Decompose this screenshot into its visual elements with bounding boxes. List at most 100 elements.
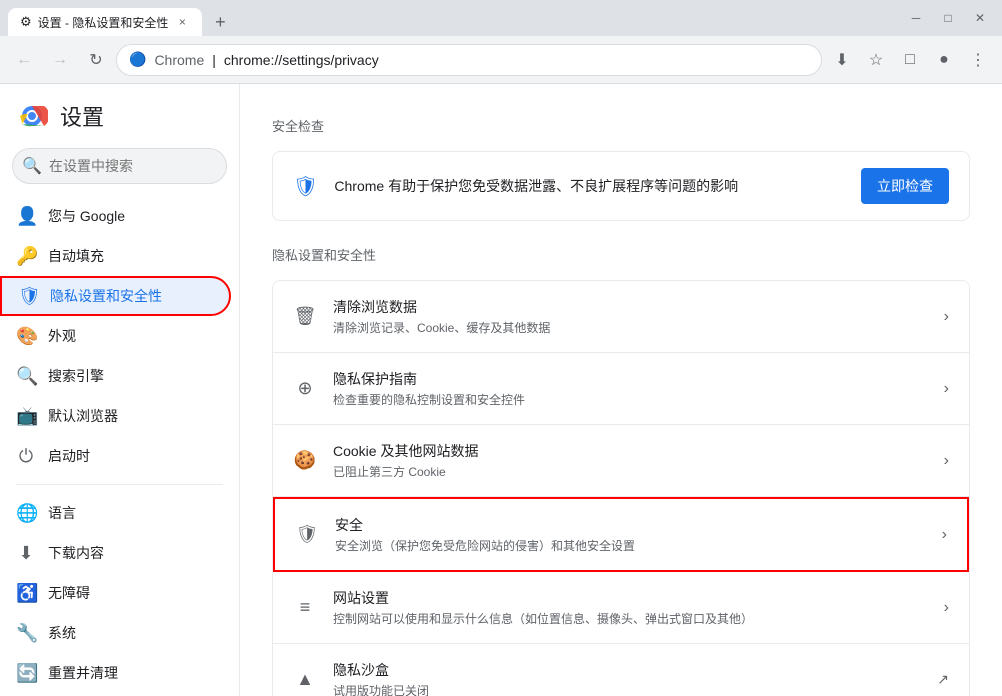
url-text: chrome://settings/privacy xyxy=(224,52,379,68)
cookie-icon: 🍪 xyxy=(293,449,317,473)
globe-icon: 🌐 xyxy=(16,503,36,524)
settings-item-site-settings[interactable]: ≡ 网站设置 控制网站可以使用和显示什么信息（如位置信息、摄像头、弹出式窗口及其… xyxy=(273,572,969,644)
protocol-text: Chrome xyxy=(154,52,204,68)
close-button[interactable]: ✕ xyxy=(966,4,994,32)
sidebar-logo: 设置 xyxy=(0,92,239,148)
settings-item-privacy-sandbox[interactable]: ▲ 隐私沙盒 试用版功能已关闭 ↗ xyxy=(273,644,969,696)
chevron-right-icon-site: › xyxy=(944,599,949,617)
sidebar-item-autofill[interactable]: 🔑 自动填充 xyxy=(0,236,231,276)
tab-title: 设置 - 隐私设置和安全性 xyxy=(38,14,169,31)
settings-item-desc-guide: 检查重要的隐私控制设置和安全控件 xyxy=(333,391,928,408)
sidebar-label-accessibility: 无障碍 xyxy=(48,583,90,603)
sidebar-item-accessibility[interactable]: ♿ 无障碍 xyxy=(0,573,231,613)
active-tab[interactable]: ⚙ 设置 - 隐私设置和安全性 × xyxy=(8,8,202,36)
settings-item-security[interactable]: 🛡 安全 安全浏览（保护您免受危险网站的侵害）和其他安全设置 › xyxy=(273,497,969,572)
accessibility-icon: ♿ xyxy=(16,583,36,604)
sidebar-divider-1 xyxy=(16,484,223,485)
safety-shield-icon: 🛡 xyxy=(293,174,318,199)
settings-item-text-sandbox: 隐私沙盒 试用版功能已关闭 xyxy=(333,660,921,696)
chevron-right-icon-cookies: › xyxy=(944,452,949,470)
sandbox-icon: ▲ xyxy=(293,668,317,692)
sidebar-item-downloads[interactable]: ⬇ 下载内容 xyxy=(0,533,231,573)
bookmark-icon[interactable]: ☆ xyxy=(860,44,892,76)
back-button[interactable]: ← xyxy=(8,44,40,76)
sidebar-label-privacy: 隐私设置和安全性 xyxy=(50,286,162,306)
settings-item-title-security: 安全 xyxy=(335,515,926,535)
tab-favicon: ⚙ xyxy=(20,14,32,30)
sidebar-item-reset[interactable]: 🔄 重置并清理 xyxy=(0,653,231,693)
settings-item-clear-browsing[interactable]: 🗑 清除浏览数据 清除浏览记录、Cookie、缓存及其他数据 › xyxy=(273,281,969,353)
security-shield-icon: 🛡 xyxy=(295,523,319,547)
startup-icon: ⏻ xyxy=(16,446,36,467)
sidebar-label-appearance: 外观 xyxy=(48,326,76,346)
refresh-button[interactable]: ↻ xyxy=(80,44,112,76)
system-icon: 🔧 xyxy=(16,623,36,644)
title-bar: ⚙ 设置 - 隐私设置和安全性 × + ─ □ ✕ xyxy=(0,0,1002,36)
search-input[interactable] xyxy=(12,148,227,184)
sidebar-label-browser: 默认浏览器 xyxy=(48,406,118,426)
settings-item-desc-security: 安全浏览（保护您免受危险网站的侵害）和其他安全设置 xyxy=(335,537,926,554)
sidebar-label-language: 语言 xyxy=(48,503,76,523)
browser-frame: ⚙ 设置 - 隐私设置和安全性 × + ─ □ ✕ ← → ↻ 🔵 Chrome… xyxy=(0,0,1002,696)
settings-title: 设置 xyxy=(60,100,104,132)
sidebar-label-downloads: 下载内容 xyxy=(48,543,104,563)
settings-item-title-cookies: Cookie 及其他网站数据 xyxy=(333,441,928,461)
address-bar[interactable]: 🔵 Chrome | chrome://settings/privacy xyxy=(116,44,822,76)
external-link-sandbox-icon: ↗ xyxy=(937,671,949,688)
key-icon: 🔑 xyxy=(16,246,36,267)
sidebar-search[interactable]: 🔍 xyxy=(12,148,227,184)
browser-icon: 📺 xyxy=(16,406,36,427)
settings-item-text-site: 网站设置 控制网站可以使用和显示什么信息（如位置信息、摄像头、弹出式窗口及其他） xyxy=(333,588,928,627)
toolbar-right: ⬇ ☆ □ ● ⋮ xyxy=(826,44,994,76)
sidebar-item-search[interactable]: 🔍 搜索引擎 xyxy=(0,356,231,396)
forward-button[interactable]: → xyxy=(44,44,76,76)
sidebar-item-language[interactable]: 🌐 语言 xyxy=(0,493,231,533)
settings-item-text-clear: 清除浏览数据 清除浏览记录、Cookie、缓存及其他数据 xyxy=(333,297,928,336)
site-settings-icon: ≡ xyxy=(293,596,317,620)
sidebar-label-autofill: 自动填充 xyxy=(48,246,104,266)
settings-item-desc-sandbox: 试用版功能已关闭 xyxy=(333,682,921,696)
shield-icon: 🛡 xyxy=(18,286,38,307)
sidebar-label-startup: 启动时 xyxy=(48,446,90,466)
search-icon: 🔍 xyxy=(22,156,42,176)
toolbar: ← → ↻ 🔵 Chrome | chrome://settings/priva… xyxy=(0,36,1002,84)
tab-close-button[interactable]: × xyxy=(174,14,190,30)
settings-item-privacy-guide[interactable]: ⊕ 隐私保护指南 检查重要的隐私控制设置和安全控件 › xyxy=(273,353,969,425)
tab-strip: ⚙ 设置 - 隐私设置和安全性 × + xyxy=(8,0,902,36)
reset-icon: 🔄 xyxy=(16,663,36,684)
minimize-button[interactable]: ─ xyxy=(902,4,930,32)
privacy-section-title: 隐私设置和安全性 xyxy=(272,245,970,264)
extensions-icon[interactable]: □ xyxy=(894,44,926,76)
privacy-guide-icon: ⊕ xyxy=(293,377,317,401)
sidebar-item-startup[interactable]: ⏻ 启动时 xyxy=(0,436,231,476)
settings-item-desc-site: 控制网站可以使用和显示什么信息（如位置信息、摄像头、弹出式窗口及其他） xyxy=(333,610,928,627)
maximize-button[interactable]: □ xyxy=(934,4,962,32)
palette-icon: 🎨 xyxy=(16,326,36,347)
sidebar-item-privacy[interactable]: 🛡 隐私设置和安全性 xyxy=(0,276,231,316)
safety-section-title: 安全检查 xyxy=(272,116,970,135)
check-now-button[interactable]: 立即检查 xyxy=(861,168,949,204)
safety-card-text: Chrome 有助于保护您免受数据泄露、不良扩展程序等问题的影响 xyxy=(334,176,845,196)
settings-item-text-security: 安全 安全浏览（保护您免受危险网站的侵害）和其他安全设置 xyxy=(335,515,926,554)
profile-icon[interactable]: ● xyxy=(928,44,960,76)
sidebar: 设置 🔍 👤 您与 Google 🔑 自动填充 🛡 隐私设置和安全性 🎨 外观 xyxy=(0,84,240,696)
download-sidebar-icon: ⬇ xyxy=(16,543,36,564)
new-tab-button[interactable]: + xyxy=(206,8,234,36)
trash-icon: 🗑 xyxy=(293,305,317,329)
settings-item-cookies[interactable]: 🍪 Cookie 及其他网站数据 已阻止第三方 Cookie › xyxy=(273,425,969,497)
settings-item-title-sandbox: 隐私沙盒 xyxy=(333,660,921,680)
sidebar-item-system[interactable]: 🔧 系统 xyxy=(0,613,231,653)
address-separator: | xyxy=(212,52,216,68)
sidebar-item-default-browser[interactable]: 📺 默认浏览器 xyxy=(0,396,231,436)
sidebar-label-system: 系统 xyxy=(48,623,76,643)
settings-item-title-clear: 清除浏览数据 xyxy=(333,297,928,317)
sidebar-item-appearance[interactable]: 🎨 外观 xyxy=(0,316,231,356)
chevron-right-icon-clear: › xyxy=(944,308,949,326)
window-controls: ─ □ ✕ xyxy=(902,4,994,32)
sidebar-item-google-account[interactable]: 👤 您与 Google xyxy=(0,196,231,236)
sidebar-label-reset: 重置并清理 xyxy=(48,663,118,683)
settings-item-title-site: 网站设置 xyxy=(333,588,928,608)
menu-icon[interactable]: ⋮ xyxy=(962,44,994,76)
settings-item-text-cookies: Cookie 及其他网站数据 已阻止第三方 Cookie xyxy=(333,441,928,480)
download-icon[interactable]: ⬇ xyxy=(826,44,858,76)
